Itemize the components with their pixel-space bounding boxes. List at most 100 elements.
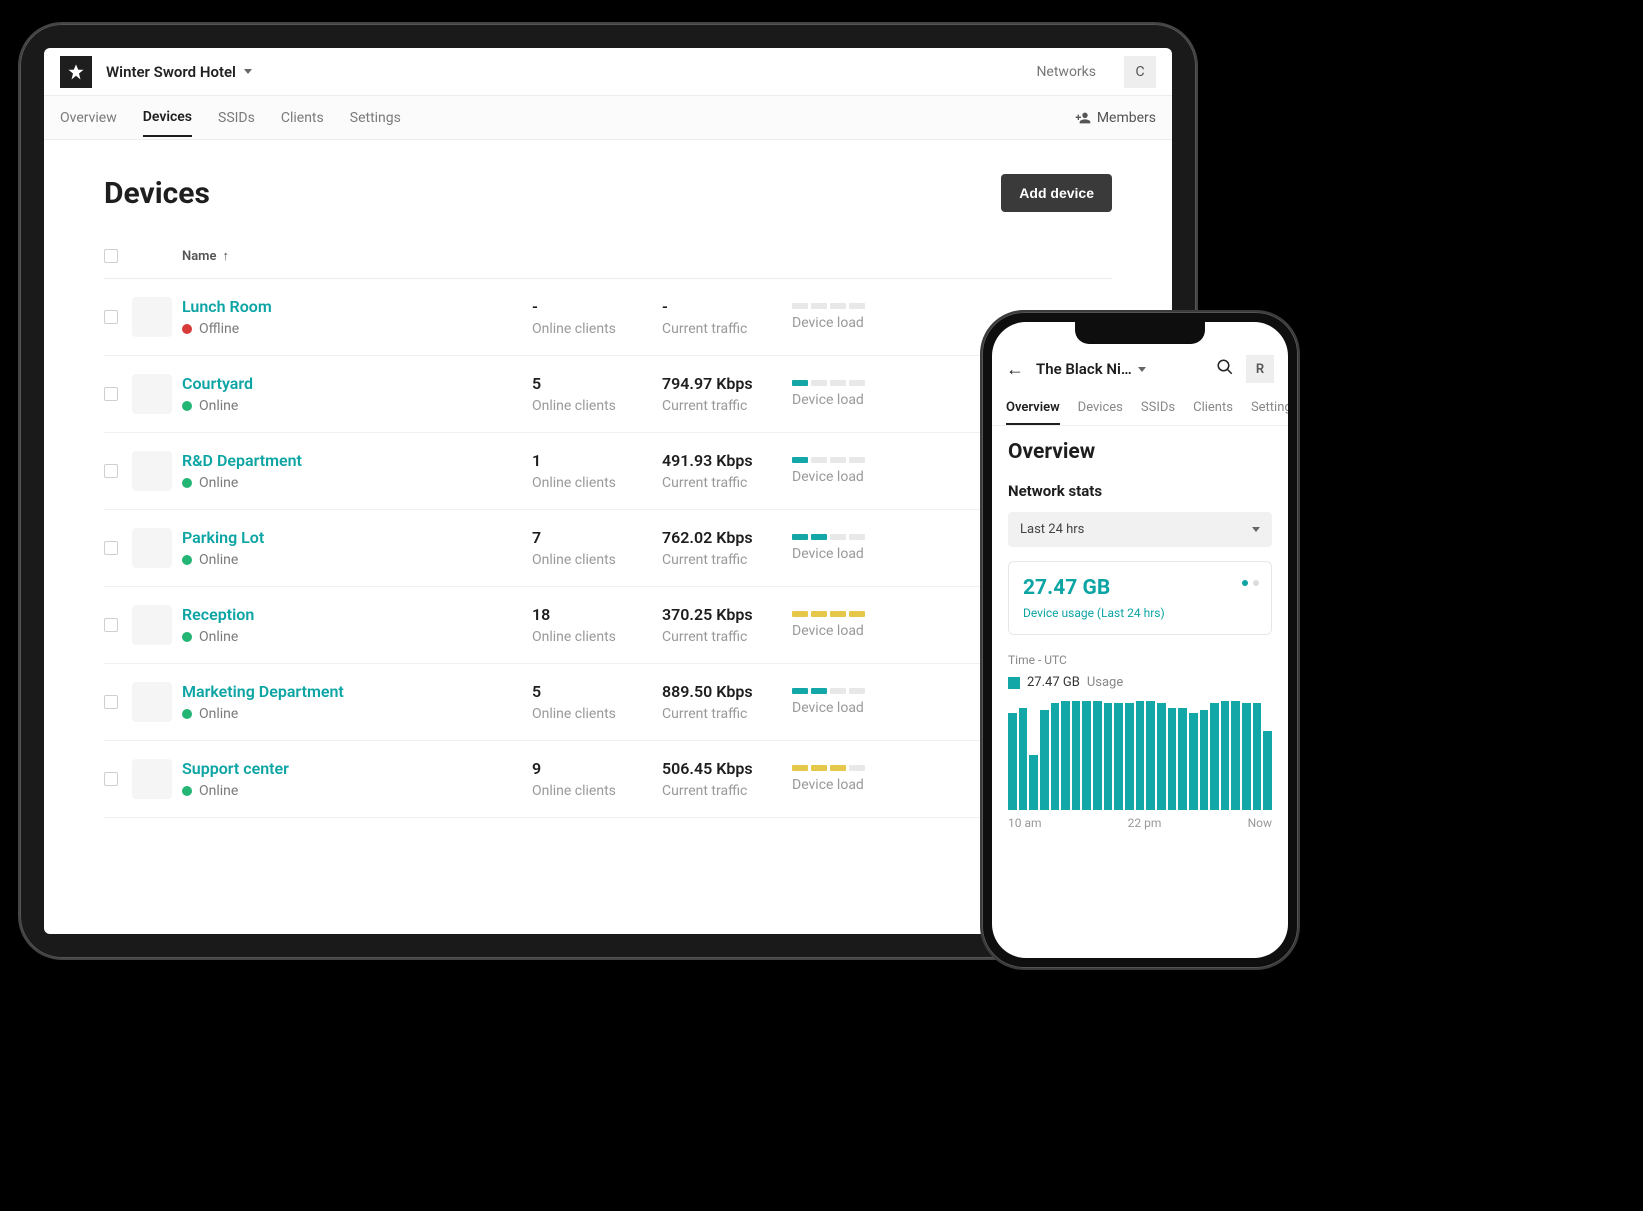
phone-tab-overview[interactable]: Overview — [1006, 392, 1060, 425]
org-switcher[interactable]: Winter Sword Hotel — [106, 63, 252, 81]
device-status: Online — [182, 706, 532, 722]
row-checkbox[interactable] — [104, 464, 118, 478]
load-bar-segment — [830, 457, 846, 463]
load-bar-segment — [811, 611, 827, 617]
caret-down-icon — [244, 69, 252, 74]
tab-devices[interactable]: Devices — [143, 99, 192, 137]
select-all-checkbox[interactable] — [104, 249, 118, 263]
network-stats-heading: Network stats — [1008, 482, 1272, 500]
device-icon — [132, 605, 172, 645]
pager-dot — [1242, 580, 1248, 586]
phone-screen: ← The Black Ni… R Overview Devices SSIDs Cl… — [992, 322, 1288, 958]
device-name-link[interactable]: Reception — [182, 605, 254, 624]
chart-bar — [1157, 703, 1166, 810]
chart-bar — [1051, 703, 1060, 810]
traffic-value: 889.50 Kbps — [662, 682, 792, 701]
load-bar-segment — [830, 534, 846, 540]
card-pagination[interactable] — [1242, 580, 1259, 586]
traffic-label: Current traffic — [662, 475, 792, 491]
load-bar-segment — [830, 380, 846, 386]
traffic-value: 370.25 Kbps — [662, 605, 792, 624]
chart-legend: 27.47 GB Usage — [1008, 675, 1272, 690]
load-bars — [792, 457, 912, 463]
row-checkbox[interactable] — [104, 618, 118, 632]
load-bar-segment — [849, 303, 865, 309]
tab-ssids[interactable]: SSIDs — [218, 100, 255, 136]
device-status: Offline — [182, 321, 532, 337]
table-row: Reception Online 18 Online clients 370.2… — [104, 587, 1112, 664]
load-bar-segment — [849, 380, 865, 386]
load-bar-segment — [811, 765, 827, 771]
phone-user-avatar[interactable]: R — [1246, 355, 1274, 383]
row-checkbox[interactable] — [104, 310, 118, 324]
phone-org-switcher[interactable]: The Black Ni… — [1036, 360, 1204, 378]
load-bar-segment — [811, 303, 827, 309]
status-text: Online — [199, 552, 238, 568]
usage-card: 27.47 GB Device usage (Last 24 hrs) — [1008, 561, 1272, 635]
tab-overview[interactable]: Overview — [60, 100, 117, 136]
device-name-link[interactable]: Support center — [182, 759, 289, 778]
members-button[interactable]: Members — [1075, 110, 1156, 126]
device-icon — [132, 682, 172, 722]
phone-tab-settings[interactable]: Settings — [1251, 392, 1288, 425]
table-row: Courtyard Online 5 Online clients 794.97… — [104, 356, 1112, 433]
sort-asc-icon: ↑ — [222, 249, 229, 264]
clients-label: Online clients — [532, 706, 662, 722]
row-checkbox[interactable] — [104, 387, 118, 401]
row-checkbox[interactable] — [104, 541, 118, 555]
load-label: Device load — [792, 315, 912, 331]
status-dot-icon — [182, 555, 192, 565]
chart-bar — [1189, 713, 1198, 810]
table-row: Support center Online 9 Online clients 5… — [104, 741, 1112, 818]
brand-logo-icon — [60, 56, 92, 88]
networks-link[interactable]: Networks — [1036, 64, 1096, 80]
device-status: Online — [182, 783, 532, 799]
load-bar-segment — [830, 688, 846, 694]
device-name-link[interactable]: Courtyard — [182, 374, 253, 393]
tab-clients[interactable]: Clients — [281, 100, 324, 136]
add-device-button[interactable]: Add device — [1001, 174, 1112, 212]
table-row: Marketing Department Online 5 Online cli… — [104, 664, 1112, 741]
user-avatar[interactable]: C — [1124, 56, 1156, 88]
clients-label: Online clients — [532, 783, 662, 799]
status-text: Online — [199, 629, 238, 645]
add-member-icon — [1075, 110, 1091, 126]
device-status: Online — [182, 398, 532, 414]
phone-tabs: Overview Devices SSIDs Clients Settings — [992, 392, 1288, 426]
subnav: Overview Devices SSIDs Clients Settings Memb… — [44, 96, 1172, 140]
phone-body: Overview Network stats Last 24 hrs 27.47… — [992, 426, 1288, 844]
chart-bar — [1040, 710, 1049, 810]
phone-tab-devices[interactable]: Devices — [1078, 392, 1123, 425]
traffic-label: Current traffic — [662, 706, 792, 722]
row-checkbox[interactable] — [104, 772, 118, 786]
status-dot-icon — [182, 401, 192, 411]
device-name-link[interactable]: R&D Department — [182, 451, 302, 470]
search-button[interactable] — [1216, 358, 1234, 381]
tab-settings[interactable]: Settings — [350, 100, 401, 136]
phone-tab-ssids[interactable]: SSIDs — [1141, 392, 1175, 425]
load-bar-segment — [849, 457, 865, 463]
xaxis-tick: 22 pm — [1128, 816, 1162, 830]
table-row: R&D Department Online 1 Online clients 4… — [104, 433, 1112, 510]
members-label: Members — [1097, 110, 1156, 126]
chart-bar — [1061, 701, 1070, 810]
device-name-link[interactable]: Parking Lot — [182, 528, 264, 547]
chart-bar — [1263, 731, 1272, 810]
table-header: Name↑ — [104, 234, 1112, 279]
phone-tab-clients[interactable]: Clients — [1193, 392, 1233, 425]
chart-bar — [1136, 701, 1145, 810]
device-name-link[interactable]: Marketing Department — [182, 682, 344, 701]
clients-value: 7 — [532, 528, 662, 547]
load-bar-segment — [792, 611, 808, 617]
load-bar-segment — [792, 688, 808, 694]
device-name-link[interactable]: Lunch Room — [182, 297, 272, 316]
chart-bar — [1200, 710, 1209, 810]
status-text: Online — [199, 475, 238, 491]
traffic-label: Current traffic — [662, 783, 792, 799]
timerange-dropdown[interactable]: Last 24 hrs — [1008, 512, 1272, 547]
back-button[interactable]: ← — [1006, 359, 1024, 380]
load-bars — [792, 688, 912, 694]
col-name-header[interactable]: Name↑ — [182, 248, 532, 264]
row-checkbox[interactable] — [104, 695, 118, 709]
device-icon — [132, 374, 172, 414]
